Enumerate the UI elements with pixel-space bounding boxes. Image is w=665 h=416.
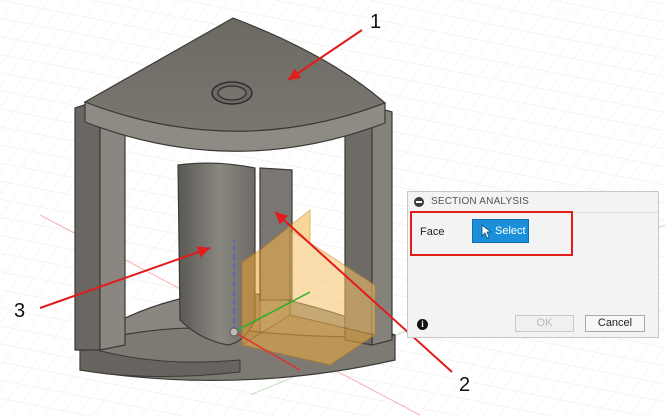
panel-title: SECTION ANALYSIS <box>431 196 530 207</box>
ok-button[interactable]: OK <box>515 315 574 332</box>
info-icon[interactable]: i <box>417 319 428 330</box>
panel-header: SECTION ANALYSIS <box>408 192 658 213</box>
left-pillar <box>74 99 126 351</box>
callout-label-3: 3 <box>14 300 26 322</box>
callout-label-2: 2 <box>459 374 471 396</box>
cancel-button[interactable]: Cancel <box>585 315 645 332</box>
minus-circle-icon[interactable] <box>414 197 424 207</box>
callout-label-1: 1 <box>370 11 382 33</box>
face-row-highlight <box>410 211 573 256</box>
canvas-stage: 1 2 3 SECTION ANALYSIS Face Select i OK … <box>0 0 665 416</box>
